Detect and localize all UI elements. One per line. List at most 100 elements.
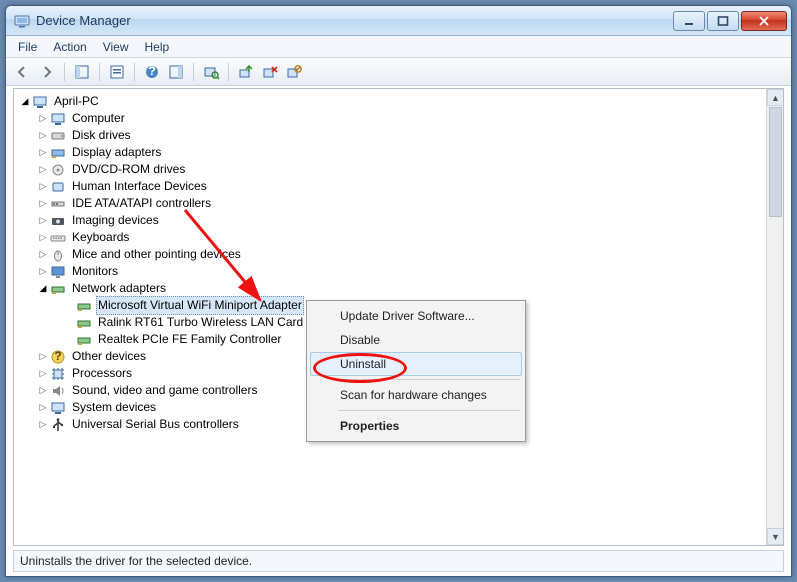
ctx-separator (338, 410, 520, 411)
tree-item-label: Ralink RT61 Turbo Wireless LAN Card (96, 314, 305, 331)
tree-category[interactable]: Human Interface Devices (20, 178, 777, 195)
tree-category[interactable]: IDE ATA/ATAPI controllers (20, 195, 777, 212)
tree-item-label: Realtek PCIe FE Family Controller (96, 331, 283, 348)
device-icon (50, 213, 66, 229)
ctx-disable[interactable]: Disable (310, 328, 522, 352)
ctx-update-driver[interactable]: Update Driver Software... (310, 304, 522, 328)
statusbar: Uninstalls the driver for the selected d… (13, 550, 784, 572)
scroll-up-arrow[interactable]: ▲ (767, 89, 784, 106)
tree-category[interactable]: Imaging devices (20, 212, 777, 229)
device-icon (50, 179, 66, 195)
uninstall-button[interactable] (259, 61, 281, 83)
device-manager-window: Device Manager File Action View Help ? (5, 5, 792, 577)
tree-item-label: Human Interface Devices (70, 178, 209, 195)
back-button[interactable] (12, 61, 34, 83)
scroll-down-arrow[interactable]: ▼ (767, 528, 784, 545)
status-text: Uninstalls the driver for the selected d… (20, 554, 252, 568)
expand-arrow[interactable] (38, 382, 48, 399)
toolbar-separator (134, 63, 135, 81)
device-icon (50, 128, 66, 144)
menu-help[interactable]: Help (137, 38, 178, 56)
menu-file[interactable]: File (10, 38, 45, 56)
expand-arrow[interactable] (38, 229, 48, 246)
tree-category[interactable]: DVD/CD-ROM drives (20, 161, 777, 178)
expand-arrow[interactable] (38, 416, 48, 433)
ctx-scan-hardware[interactable]: Scan for hardware changes (310, 383, 522, 407)
tree-item-label: Computer (70, 110, 127, 127)
show-hide-console-tree-button[interactable] (71, 61, 93, 83)
scan-hardware-button[interactable] (200, 61, 222, 83)
tree-item-label: April-PC (52, 93, 101, 110)
device-icon (50, 196, 66, 212)
vertical-scrollbar[interactable]: ▲ ▼ (766, 89, 783, 545)
expand-arrow[interactable] (38, 246, 48, 263)
ctx-uninstall[interactable]: Uninstall (310, 352, 522, 376)
tree-item-label: Microsoft Virtual WiFi Miniport Adapter (96, 296, 304, 315)
expand-arrow[interactable] (38, 399, 48, 416)
expand-arrow[interactable] (38, 144, 48, 161)
maximize-button[interactable] (707, 11, 739, 31)
window-buttons (673, 11, 787, 31)
device-icon (50, 383, 66, 399)
expand-arrow[interactable] (38, 348, 48, 365)
device-icon (32, 94, 48, 110)
tree-category[interactable]: Network adapters (20, 280, 777, 297)
ctx-properties[interactable]: Properties (310, 414, 522, 438)
tree-category[interactable]: Disk drives (20, 127, 777, 144)
svg-text:?: ? (54, 349, 61, 363)
tree-category[interactable]: Computer (20, 110, 777, 127)
forward-button[interactable] (36, 61, 58, 83)
device-icon (50, 400, 66, 416)
toolbar-separator (99, 63, 100, 81)
update-driver-button[interactable] (235, 61, 257, 83)
expand-arrow[interactable] (38, 263, 48, 280)
close-button[interactable] (741, 11, 787, 31)
app-icon (14, 13, 30, 29)
device-icon (50, 264, 66, 280)
expand-arrow[interactable] (38, 195, 48, 212)
expand-arrow[interactable] (38, 127, 48, 144)
device-icon (76, 315, 92, 331)
tree-item-label: Display adapters (70, 144, 163, 161)
tree-category[interactable]: Monitors (20, 263, 777, 280)
expand-arrow[interactable] (38, 178, 48, 195)
tree-category[interactable]: Keyboards (20, 229, 777, 246)
disable-button[interactable] (283, 61, 305, 83)
tree-item-label: Network adapters (70, 280, 168, 297)
expand-arrow[interactable] (38, 212, 48, 229)
action-pane-button[interactable] (165, 61, 187, 83)
scroll-thumb[interactable] (769, 107, 782, 217)
expand-arrow[interactable] (38, 280, 48, 297)
help-button[interactable]: ? (141, 61, 163, 83)
tree-category[interactable]: Mice and other pointing devices (20, 246, 777, 263)
device-icon (50, 417, 66, 433)
menubar: File Action View Help (6, 36, 791, 58)
tree-item-label: Disk drives (70, 127, 133, 144)
expand-arrow[interactable] (20, 93, 30, 110)
expand-arrow[interactable] (38, 365, 48, 382)
context-menu: Update Driver Software... Disable Uninst… (306, 300, 526, 442)
tree-item-label: Mice and other pointing devices (70, 246, 243, 263)
device-icon (50, 366, 66, 382)
menu-action[interactable]: Action (45, 38, 94, 56)
tree-item-label: Universal Serial Bus controllers (70, 416, 241, 433)
properties-button[interactable] (106, 61, 128, 83)
svg-text:?: ? (148, 64, 155, 78)
tree-item-label: Sound, video and game controllers (70, 382, 259, 399)
device-icon (50, 145, 66, 161)
toolbar-separator (64, 63, 65, 81)
tree-root[interactable]: April-PC (20, 93, 777, 110)
tree-item-label: Other devices (70, 348, 148, 365)
device-icon (76, 298, 92, 314)
tree-item-label: DVD/CD-ROM drives (70, 161, 187, 178)
tree-item-label: Keyboards (70, 229, 131, 246)
menu-view[interactable]: View (95, 38, 137, 56)
tree-item-label: System devices (70, 399, 158, 416)
expand-arrow[interactable] (38, 110, 48, 127)
window-title: Device Manager (36, 13, 673, 28)
expand-arrow[interactable] (38, 161, 48, 178)
minimize-button[interactable] (673, 11, 705, 31)
tree-category[interactable]: Display adapters (20, 144, 777, 161)
titlebar: Device Manager (6, 6, 791, 36)
toolbar-separator (193, 63, 194, 81)
